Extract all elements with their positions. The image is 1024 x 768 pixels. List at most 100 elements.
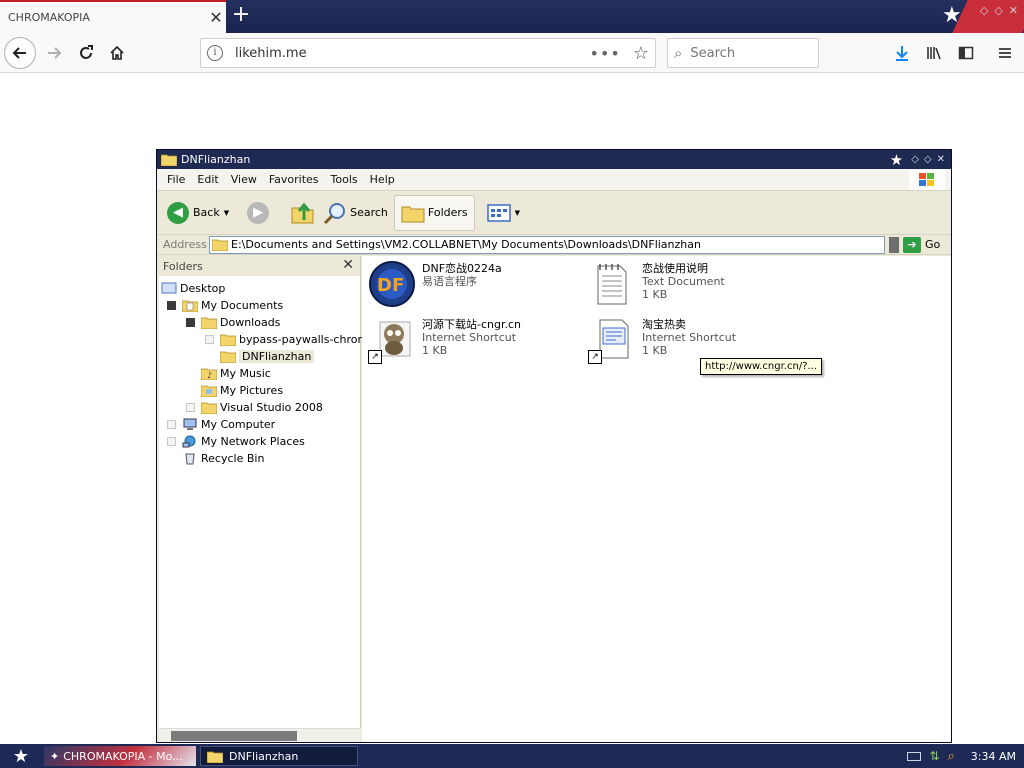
close-window-icon[interactable]: ✕ bbox=[1009, 4, 1018, 17]
svg-text:DF: DF bbox=[377, 275, 404, 296]
menu-file[interactable]: File bbox=[161, 173, 191, 186]
maximize-icon[interactable]: ◇ bbox=[924, 154, 932, 165]
chevron-down-icon[interactable]: ▼ bbox=[224, 209, 229, 217]
reload-icon bbox=[80, 45, 93, 59]
expand-toggle[interactable] bbox=[167, 437, 176, 446]
forward-button[interactable]: ▶ bbox=[243, 195, 277, 231]
views-button[interactable]: ▼ bbox=[483, 195, 524, 231]
file-item-text-document[interactable]: 恋战使用说明 Text Document 1 KB bbox=[588, 260, 725, 308]
browser-tab-active[interactable]: CHROMAKOPIA ✕ bbox=[0, 0, 226, 33]
tree-item-my-music[interactable]: ♪ My Music bbox=[201, 365, 271, 382]
search-button[interactable]: Search bbox=[319, 195, 392, 231]
tree-item-bypass-paywalls-chrome[interactable]: bypass-paywalls-chrome bbox=[205, 331, 375, 348]
file-info: DNF恋战0224a 易语言程序 bbox=[422, 260, 502, 308]
url-bar[interactable]: i likehim.me ••• ☆ bbox=[200, 38, 656, 68]
expand-toggle[interactable] bbox=[167, 301, 176, 310]
taskbar-item-explorer[interactable]: DNFlianzhan bbox=[200, 746, 358, 766]
tree-item-desktop[interactable]: Desktop bbox=[161, 280, 225, 297]
maximize-icon[interactable]: ◇ bbox=[994, 4, 1002, 17]
sidebar-button[interactable] bbox=[952, 39, 980, 67]
url-text[interactable]: likehim.me bbox=[235, 46, 590, 61]
explorer-window: DNFlianzhan ★ ◇ ◇ ✕ File Edit View Favor… bbox=[156, 149, 952, 743]
forward-button[interactable] bbox=[40, 39, 68, 67]
folders-button[interactable]: Folders bbox=[393, 194, 475, 231]
file-item-taobao-shortcut[interactable]: ↗ 淘宝热卖 Internet Shortcut 1 KB bbox=[588, 316, 736, 364]
tree-item-label: My Network Places bbox=[201, 435, 305, 448]
new-tab-button[interactable]: + bbox=[229, 4, 253, 28]
search-tray-icon[interactable]: ⌕ bbox=[948, 749, 955, 764]
folders-pane-title: Folders bbox=[163, 259, 203, 273]
dnf-app-icon: DF bbox=[368, 260, 416, 308]
minimize-icon[interactable]: ◇ bbox=[911, 154, 919, 165]
taskbar-item-label: DNFlianzhan bbox=[229, 749, 299, 763]
chevron-down-icon[interactable]: ▼ bbox=[515, 209, 520, 217]
file-item-cngr-shortcut[interactable]: ↗ 河源下载站-cngr.cn Internet Shortcut 1 KB bbox=[368, 316, 521, 364]
theme-star-icon: ★ bbox=[889, 150, 904, 169]
file-name: 河源下载站-cngr.cn bbox=[422, 318, 521, 331]
expand-toggle[interactable] bbox=[167, 420, 176, 429]
tree-item-label: DNFlianzhan bbox=[239, 350, 315, 363]
tree-item-downloads[interactable]: Downloads bbox=[186, 314, 280, 331]
expand-toggle[interactable] bbox=[186, 318, 195, 327]
home-icon bbox=[110, 45, 124, 60]
start-button[interactable]: ★ bbox=[0, 744, 42, 768]
folders-pane-close-button[interactable]: ✕ bbox=[342, 257, 354, 273]
tree-item-my-computer[interactable]: My Computer bbox=[167, 416, 275, 433]
file-info: 河源下载站-cngr.cn Internet Shortcut 1 KB bbox=[422, 316, 521, 364]
shortcut-arrow-icon: ↗ bbox=[588, 350, 602, 364]
tree-item-dnflianzhan[interactable]: DNFlianzhan bbox=[220, 348, 315, 365]
expand-toggle[interactable] bbox=[186, 403, 195, 412]
my-documents-icon bbox=[182, 300, 198, 312]
go-button[interactable]: ➔ Go bbox=[903, 236, 940, 253]
tree-item-my-documents[interactable]: My Documents bbox=[167, 297, 283, 314]
hamburger-menu-button[interactable] bbox=[991, 39, 1019, 67]
menu-help[interactable]: Help bbox=[364, 173, 401, 186]
tree-item-label: My Documents bbox=[201, 299, 284, 312]
back-button[interactable] bbox=[4, 37, 36, 69]
page-actions-icon[interactable]: ••• bbox=[590, 44, 621, 63]
tree-item-label: Visual Studio 2008 bbox=[220, 401, 323, 414]
keyboard-icon[interactable] bbox=[907, 751, 922, 761]
menu-view[interactable]: View bbox=[225, 173, 263, 186]
reload-button[interactable] bbox=[72, 39, 100, 67]
address-dropdown-button[interactable] bbox=[889, 236, 899, 253]
raccoon-shortcut-icon: ↗ bbox=[368, 316, 416, 364]
tree-item-my-pictures[interactable]: My Pictures bbox=[201, 382, 283, 399]
close-window-icon[interactable]: ✕ bbox=[937, 154, 945, 165]
expand-toggle[interactable] bbox=[205, 335, 214, 344]
menu-edit[interactable]: Edit bbox=[191, 173, 224, 186]
folders-horizontal-scrollbar[interactable] bbox=[159, 728, 361, 742]
bookmark-star-icon[interactable]: ☆ bbox=[633, 43, 649, 64]
minimize-icon[interactable]: ◇ bbox=[980, 4, 988, 17]
tree-item-my-network-places[interactable]: My Network Places bbox=[167, 433, 305, 450]
network-places-icon bbox=[182, 435, 196, 448]
explorer-title-bar[interactable]: DNFlianzhan ★ ◇ ◇ ✕ bbox=[157, 150, 951, 169]
file-item-dnf-app[interactable]: DF DNF恋战0224a 易语言程序 bbox=[368, 260, 502, 308]
search-bar[interactable]: ⌕ bbox=[667, 38, 819, 68]
home-button[interactable] bbox=[103, 39, 131, 67]
search-magnifier-icon bbox=[324, 202, 346, 224]
folders-pane-header: Folders ✕ bbox=[159, 256, 360, 276]
search-input[interactable] bbox=[690, 45, 801, 61]
taskbar-item-browser[interactable]: ✦ CHROMAKOPIA - Mo... bbox=[44, 746, 196, 766]
back-button[interactable]: ◀ Back ▼ bbox=[163, 195, 233, 231]
desktop-icon bbox=[161, 282, 177, 294]
hamburger-menu-icon bbox=[999, 48, 1011, 58]
web-shortcut-icon: ↗ bbox=[588, 316, 636, 364]
address-input[interactable]: E:\Documents and Settings\VM2.COLLABNET\… bbox=[209, 235, 885, 254]
start-star-icon: ★ bbox=[12, 745, 30, 767]
folder-icon bbox=[161, 154, 177, 166]
scrollbar-thumb[interactable] bbox=[171, 731, 297, 741]
site-info-icon[interactable]: i bbox=[207, 45, 223, 61]
library-button[interactable] bbox=[920, 39, 948, 67]
tree-item-recycle-bin[interactable]: Recycle Bin bbox=[182, 450, 264, 467]
up-folder-button[interactable] bbox=[287, 195, 319, 231]
up-folder-icon bbox=[291, 202, 314, 223]
network-tray-icon[interactable]: ⇅ bbox=[929, 749, 939, 763]
file-type: Internet Shortcut bbox=[422, 331, 517, 344]
tree-item-visual-studio-2008[interactable]: Visual Studio 2008 bbox=[186, 399, 323, 416]
menu-favorites[interactable]: Favorites bbox=[263, 173, 325, 186]
tab-close-button[interactable]: ✕ bbox=[206, 8, 226, 27]
menu-tools[interactable]: Tools bbox=[325, 173, 364, 186]
downloads-button[interactable] bbox=[888, 39, 916, 67]
